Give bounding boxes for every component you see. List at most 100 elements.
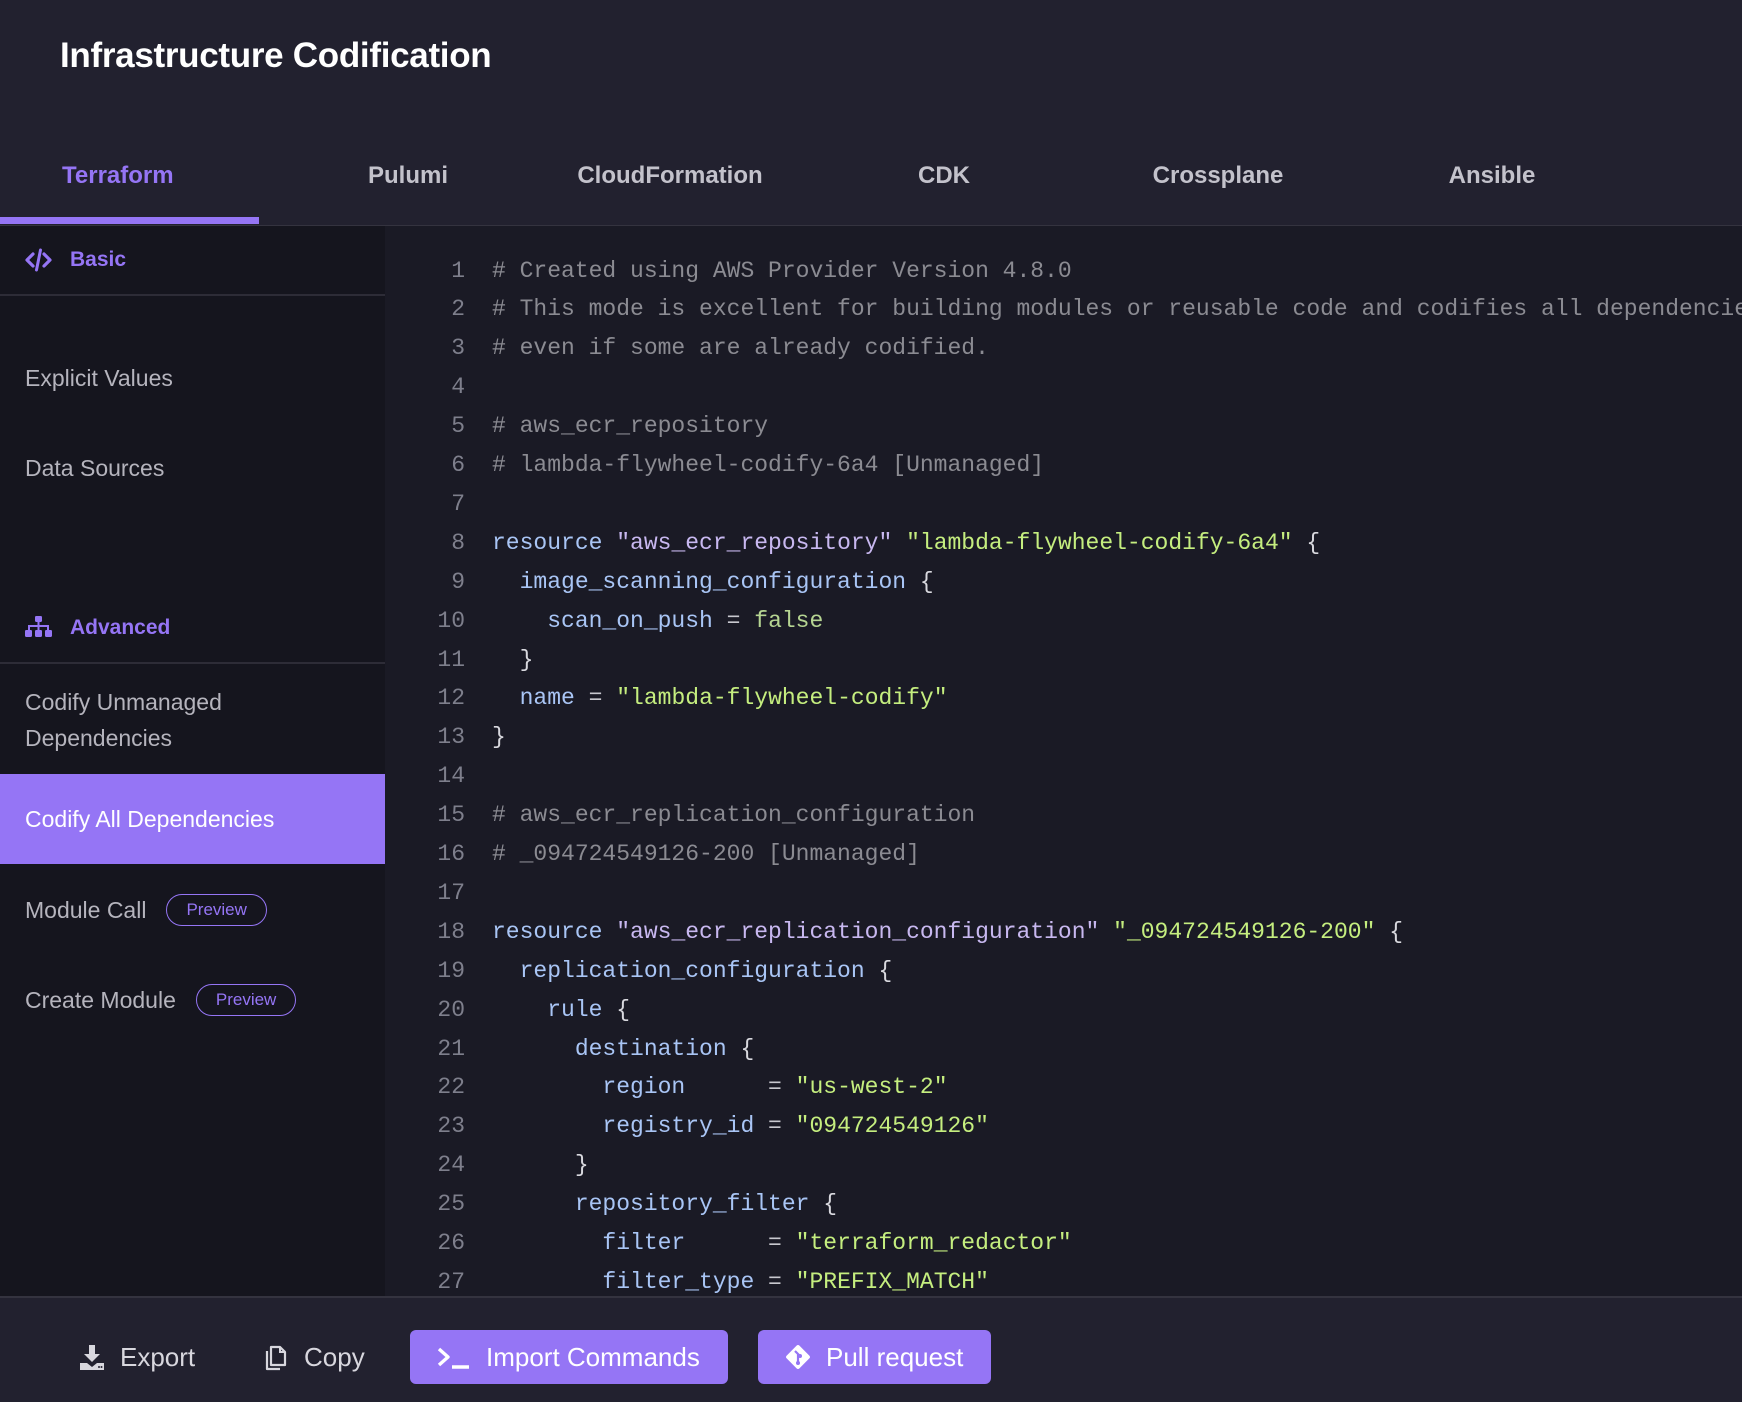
code-text: destination { (492, 1030, 754, 1069)
code-token: false (754, 607, 824, 634)
code-token: } (492, 646, 534, 673)
code-token: "lambda-flywheel-codify-6a4" (906, 529, 1293, 556)
download-icon (80, 1345, 104, 1370)
line-number: 17 (437, 879, 465, 906)
code-line: 16 # _094724549126-200 [Unmanaged] (385, 835, 920, 874)
code-token: region (492, 1074, 755, 1101)
code-text: # Created using AWS Provider Version 4.8… (492, 252, 1072, 291)
code-text: resource "aws_ecr_repository" "lambda-fl… (492, 524, 1320, 563)
code-line: 8 resource "aws_ecr_repository" "lambda-f… (385, 524, 1320, 563)
line-number: 24 (437, 1152, 465, 1179)
tab-pulumi[interactable]: Pulumi (259, 150, 533, 226)
code-token: registry_id (492, 1113, 755, 1140)
pull-request-button[interactable]: Pull request (758, 1330, 992, 1384)
copy-button[interactable]: Copy (262, 1330, 365, 1384)
tab-bar: Terraform Pulumi CloudFormation CDK Cros… (0, 150, 1629, 226)
code-line: 26 filter = "terraform_redactor" (385, 1224, 1072, 1263)
code-token: "terraform_redactor" (795, 1230, 1072, 1256)
tab-cdk[interactable]: CDK (807, 150, 1081, 226)
sidebar-item-codify-all-dependencies[interactable]: Codify All Dependencies (0, 774, 385, 864)
code-icon (25, 248, 52, 272)
export-button[interactable]: Export (78, 1330, 195, 1384)
code-line: 12 name = "lambda-flywheel-codify" (385, 679, 948, 718)
code-line: 20 rule { (385, 991, 630, 1030)
line-number: 13 (437, 724, 465, 751)
code-text: rule { (492, 991, 630, 1030)
tab-crossplane[interactable]: Crossplane (1081, 150, 1355, 226)
footer-toolbar: Export Copy Import Commands Pull request (0, 1296, 1742, 1402)
line-number: 21 (437, 1035, 465, 1062)
sidebar-item-explicit-values[interactable]: Explicit Values (0, 360, 385, 396)
code-line: 11 } (385, 641, 533, 680)
code-line: 13} (385, 718, 506, 757)
code-token: repository_filter (492, 1191, 810, 1218)
code-token: "_094724549126-200" (1113, 918, 1376, 945)
code-text: replication_configuration { (492, 952, 893, 991)
line-number: 2 (451, 296, 465, 323)
create-module-label: Create Module (25, 987, 176, 1013)
code-token: { (864, 957, 893, 984)
code-text: # aws_ecr_repository (492, 407, 768, 446)
code-line: 14 (385, 757, 492, 796)
code-text: # This mode is excellent for building mo… (492, 290, 1742, 329)
code-token: "lambda-flywheel-codify" (616, 685, 948, 712)
code-token: "us-west-2" (795, 1074, 948, 1101)
line-number: 19 (437, 957, 465, 984)
code-text: repository_filter { (492, 1185, 837, 1224)
code-line: 3 # even if some are already codified. (385, 329, 989, 368)
export-label: Export (120, 1341, 196, 1372)
code-token: # aws_ecr_repository (492, 413, 769, 440)
line-number: 10 (437, 607, 465, 634)
code-token: } (492, 724, 506, 751)
code-token: resource (492, 529, 617, 556)
code-token: = (754, 1268, 796, 1295)
code-line: 17 (385, 874, 492, 913)
sidebar-item-module-call[interactable]: Module Call Preview (0, 892, 385, 928)
page-title: Infrastructure Codification (60, 36, 492, 75)
code-token: # aws_ecr_replication_configuration (492, 802, 976, 829)
tab-terraform[interactable]: Terraform (0, 150, 259, 226)
section-advanced: Advanced (0, 594, 385, 664)
line-number: 27 (437, 1268, 465, 1295)
code-line: 23 registry_id = "094724549126" (385, 1107, 989, 1146)
code-token: "aws_ecr_repository" (616, 529, 893, 556)
code-token: { (906, 568, 934, 595)
sidebar-item-create-module[interactable]: Create Module Preview (0, 982, 385, 1018)
line-number: 20 (437, 996, 465, 1023)
code-token: filter (492, 1230, 755, 1256)
line-number: 22 (437, 1074, 465, 1101)
tab-cloudformation[interactable]: CloudFormation (533, 150, 807, 226)
code-token: { (726, 1035, 755, 1062)
code-token: "094724549126" (795, 1113, 989, 1140)
tab-ansible[interactable]: Ansible (1355, 150, 1629, 226)
line-number: 11 (437, 646, 465, 673)
sidebar-item-codify-unmanaged-dependencies[interactable]: Codify Unmanaged Dependencies (0, 684, 300, 756)
code-text: } (492, 1146, 589, 1185)
code-text: filter = "terraform_redactor" (492, 1224, 1072, 1263)
code-viewer[interactable]: 1 # Created using AWS Provider Version 4.… (385, 226, 1742, 1296)
code-text: region = "us-west-2" (492, 1068, 948, 1107)
terminal-icon (437, 1347, 469, 1369)
code-line: 21 destination { (385, 1030, 754, 1069)
code-token: # lambda-flywheel-codify-6a4 [Unmanaged] (492, 452, 1045, 478)
import-commands-button[interactable]: Import Commands (410, 1330, 728, 1384)
code-line: 7 (385, 485, 492, 524)
code-token: # This mode is excellent for building mo… (492, 296, 1742, 323)
sidebar-item-data-sources[interactable]: Data Sources (0, 450, 385, 486)
code-line: 25 repository_filter { (385, 1185, 837, 1224)
code-token: { (809, 1191, 838, 1218)
code-token: = (712, 607, 755, 634)
import-commands-label: Import Commands (486, 1341, 700, 1372)
code-line: 15 # aws_ecr_replication_configuration (385, 796, 975, 835)
line-number: 8 (451, 529, 465, 556)
section-advanced-label: Advanced (70, 616, 171, 639)
preview-badge: Preview (166, 894, 267, 926)
code-token: replication_configuration (492, 957, 865, 984)
code-line: 6 # lambda-flywheel-codify-6a4 [Unmanaged… (385, 446, 1044, 485)
code-text: filter_type = "PREFIX_MATCH" (492, 1263, 989, 1296)
code-token: destination (492, 1035, 727, 1062)
line-number: 4 (451, 374, 465, 401)
code-text: # _094724549126-200 [Unmanaged] (492, 835, 920, 874)
